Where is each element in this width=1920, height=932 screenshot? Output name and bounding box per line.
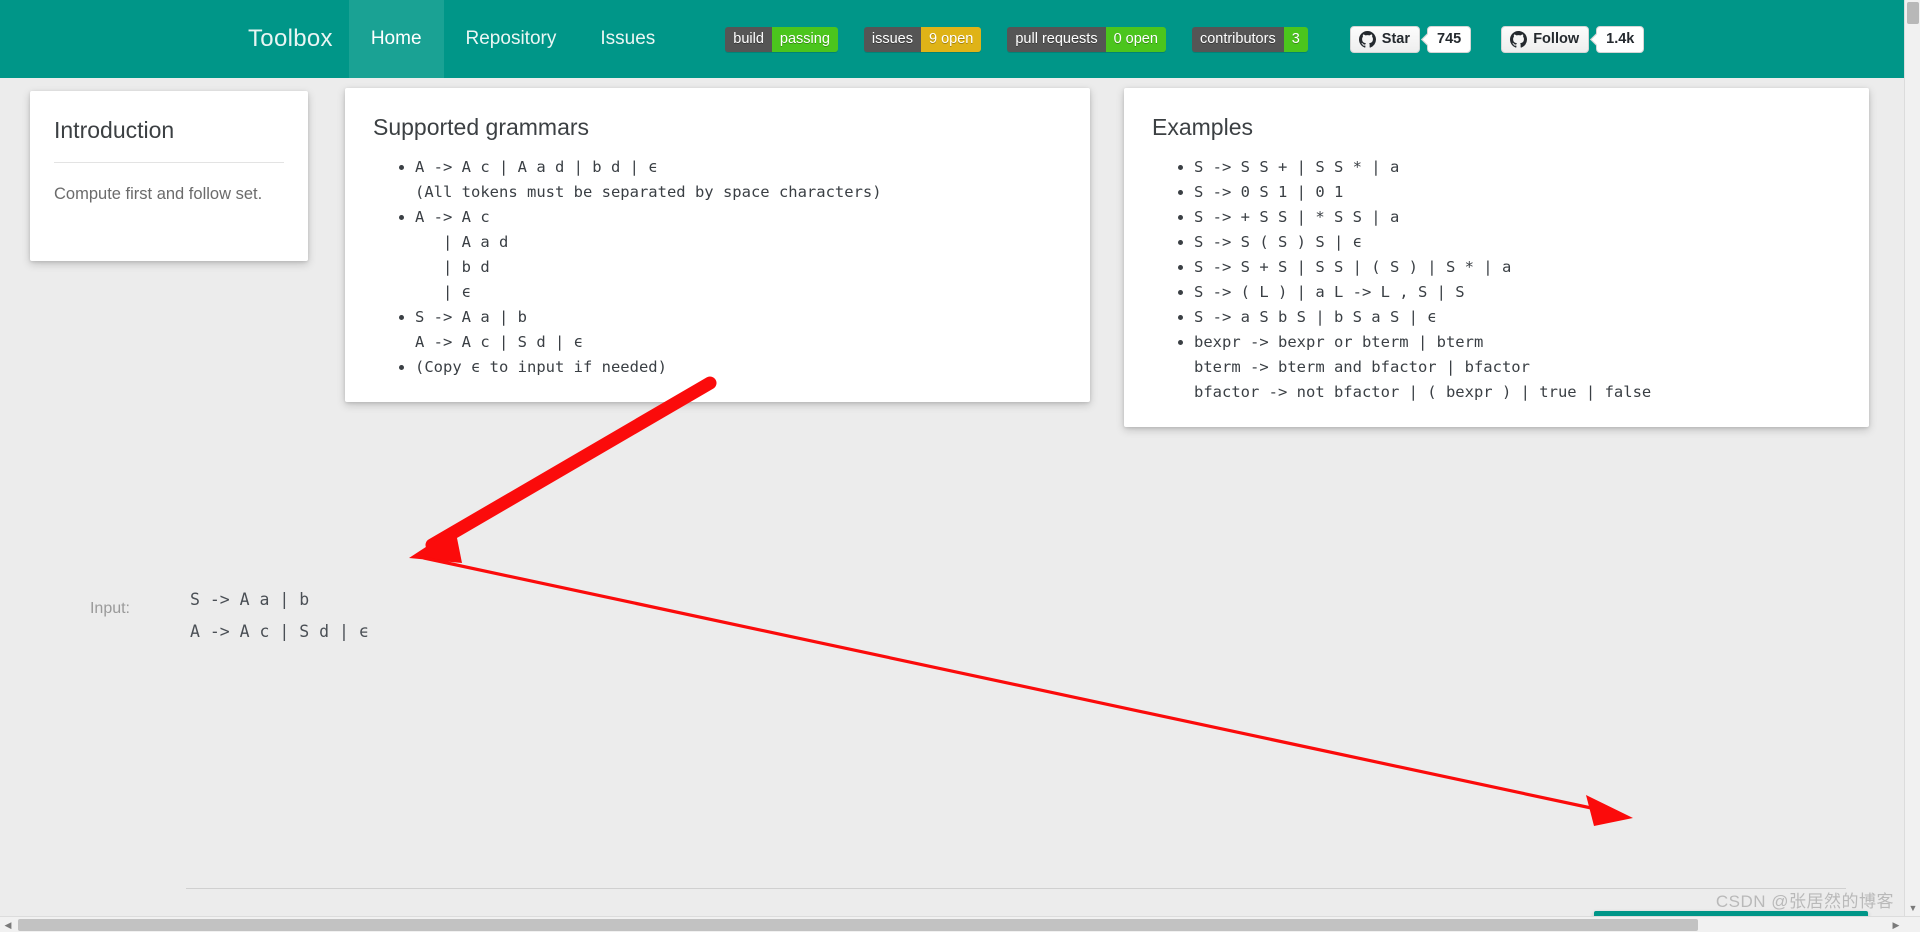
list-item: bexpr -> bexpr or bterm | bterm bterm ->…	[1194, 330, 1841, 405]
list-item: (Copy ϵ to input if needed)	[415, 355, 1062, 380]
badge-pull-requests-value: 0 open	[1105, 26, 1166, 52]
list-item: S -> a S b S | b S a S | ϵ	[1194, 305, 1841, 330]
list-item: S -> 0 S 1 | 0 1	[1194, 180, 1841, 205]
grammar-line: A -> A c	[415, 208, 490, 226]
list-item: S -> + S S | * S S | a	[1194, 205, 1841, 230]
vertical-scrollbar-thumb[interactable]	[1907, 2, 1919, 24]
list-item: S -> ( L ) | a L -> L , S | S	[1194, 280, 1841, 305]
example-line: bterm -> bterm and bfactor | bfactor	[1194, 358, 1530, 376]
examples-list: S -> S S + | S S * | a S -> 0 S 1 | 0 1 …	[1152, 155, 1841, 405]
examples-title: Examples	[1152, 114, 1253, 140]
github-buttons: Star 745 Follow 1.4k	[1349, 0, 1645, 78]
supported-grammars-list: A -> A c | A a d | b d | ϵ (All tokens m…	[373, 155, 1062, 380]
grammar-line: A -> A c | A a d | b d | ϵ	[415, 158, 658, 176]
badge-pull-requests[interactable]: pull requests 0 open	[1007, 26, 1166, 52]
horizontal-scrollbar-thumb[interactable]	[18, 919, 1698, 931]
badge-build-label: build	[725, 26, 772, 52]
introduction-body: Compute first and follow set.	[54, 185, 263, 203]
badge-contributors[interactable]: contributors 3	[1191, 26, 1308, 52]
example-line: bfactor -> not bfactor | ( bexpr ) | tru…	[1194, 383, 1652, 401]
nav-link-issues[interactable]: Issues	[578, 0, 677, 78]
github-star-label: Star	[1381, 31, 1410, 47]
github-mark-icon	[1510, 30, 1528, 48]
example-line: S -> S + S | S S | ( S ) | S * | a	[1194, 258, 1512, 276]
example-line: S -> S ( S ) S | ϵ	[1194, 233, 1362, 251]
badge-issues-label: issues	[863, 26, 921, 52]
list-item: S -> S + S | S S | ( S ) | S * | a	[1194, 255, 1841, 280]
grammar-line: (Copy ϵ to input if needed)	[415, 358, 667, 376]
vertical-scrollbar[interactable]: ▼	[1904, 0, 1920, 916]
navbar-links: Home Repository Issues	[348, 0, 677, 78]
scroll-left-arrow-icon[interactable]: ◀	[0, 917, 16, 932]
introduction-title: Introduction	[54, 117, 175, 143]
brand-title[interactable]: Toolbox	[232, 0, 349, 78]
badge-pull-requests-label: pull requests	[1007, 26, 1106, 52]
grammar-input[interactable]	[158, 568, 1848, 848]
github-follow-label: Follow	[1533, 31, 1580, 47]
list-item: S -> S ( S ) S | ϵ	[1194, 230, 1841, 255]
github-star-button[interactable]: Star 745	[1349, 25, 1472, 53]
nav-link-home[interactable]: Home	[348, 0, 444, 78]
grammar-line: | A a d	[415, 233, 509, 251]
badge-build[interactable]: build passing	[725, 26, 838, 52]
input-row: Input:	[0, 568, 1920, 848]
card-examples: Examples S -> S S + | S S * | a S -> 0 S…	[1124, 88, 1869, 427]
grammar-line: | ϵ	[415, 283, 471, 301]
grammar-line: (All tokens must be separated by space c…	[415, 183, 882, 201]
github-follow-count[interactable]: 1.4k	[1596, 25, 1645, 53]
list-item: S -> S S + | S S * | a	[1194, 155, 1841, 180]
example-line: S -> ( L ) | a L -> L , S | S	[1194, 283, 1465, 301]
app-page: Toolbox Home Repository Issues build pas…	[0, 0, 1920, 932]
card-supported-grammars: Supported grammars A -> A c | A a d | b …	[345, 88, 1090, 402]
navbar-left-spacer	[0, 0, 232, 78]
watermark: CSDN @张居然的博客	[1715, 892, 1894, 911]
example-line: S -> 0 S 1 | 0 1	[1194, 183, 1344, 201]
status-badges: build passing issues 9 open pull request…	[725, 0, 1308, 78]
top-navbar: Toolbox Home Repository Issues build pas…	[0, 0, 1920, 78]
main-content: Introduction Compute first and follow se…	[0, 78, 1920, 932]
scroll-down-arrow-icon[interactable]: ▼	[1905, 900, 1920, 916]
github-follow-main[interactable]: Follow	[1501, 25, 1590, 53]
badge-build-value: passing	[771, 26, 838, 52]
list-item: S -> A a | b A -> A c | S d | ϵ	[415, 305, 1062, 355]
grammar-line: | b d	[415, 258, 490, 276]
badge-issues[interactable]: issues 9 open	[863, 26, 982, 52]
github-star-count[interactable]: 745	[1427, 25, 1472, 53]
example-line: bexpr -> bexpr or bterm | bterm	[1194, 333, 1484, 351]
input-label: Input:	[89, 600, 130, 617]
supported-grammars-title: Supported grammars	[373, 114, 590, 140]
badge-issues-value: 9 open	[921, 26, 982, 52]
scroll-right-arrow-icon[interactable]: ▶	[1888, 917, 1904, 932]
horizontal-scrollbar[interactable]: ◀ ▶	[0, 916, 1920, 932]
card-introduction: Introduction Compute first and follow se…	[30, 91, 308, 261]
nav-link-repository[interactable]: Repository	[444, 0, 579, 78]
list-item: A -> A c | A a d | b d | ϵ (All tokens m…	[415, 155, 1062, 205]
input-underline	[186, 888, 1846, 889]
introduction-divider	[54, 162, 284, 163]
example-line: S -> + S S | * S S | a	[1194, 208, 1400, 226]
badge-contributors-label: contributors	[1191, 26, 1284, 52]
grammar-line: S -> A a | b	[415, 308, 527, 326]
badge-contributors-value: 3	[1283, 26, 1308, 52]
github-follow-button[interactable]: Follow 1.4k	[1501, 25, 1645, 53]
grammar-line: A -> A c | S d | ϵ	[415, 333, 583, 351]
list-item: A -> A c | A a d | b d | ϵ	[415, 205, 1062, 305]
github-star-main[interactable]: Star	[1349, 25, 1420, 53]
github-mark-icon	[1358, 30, 1376, 48]
example-line: S -> a S b S | b S a S | ϵ	[1194, 308, 1437, 326]
example-line: S -> S S + | S S * | a	[1194, 158, 1400, 176]
